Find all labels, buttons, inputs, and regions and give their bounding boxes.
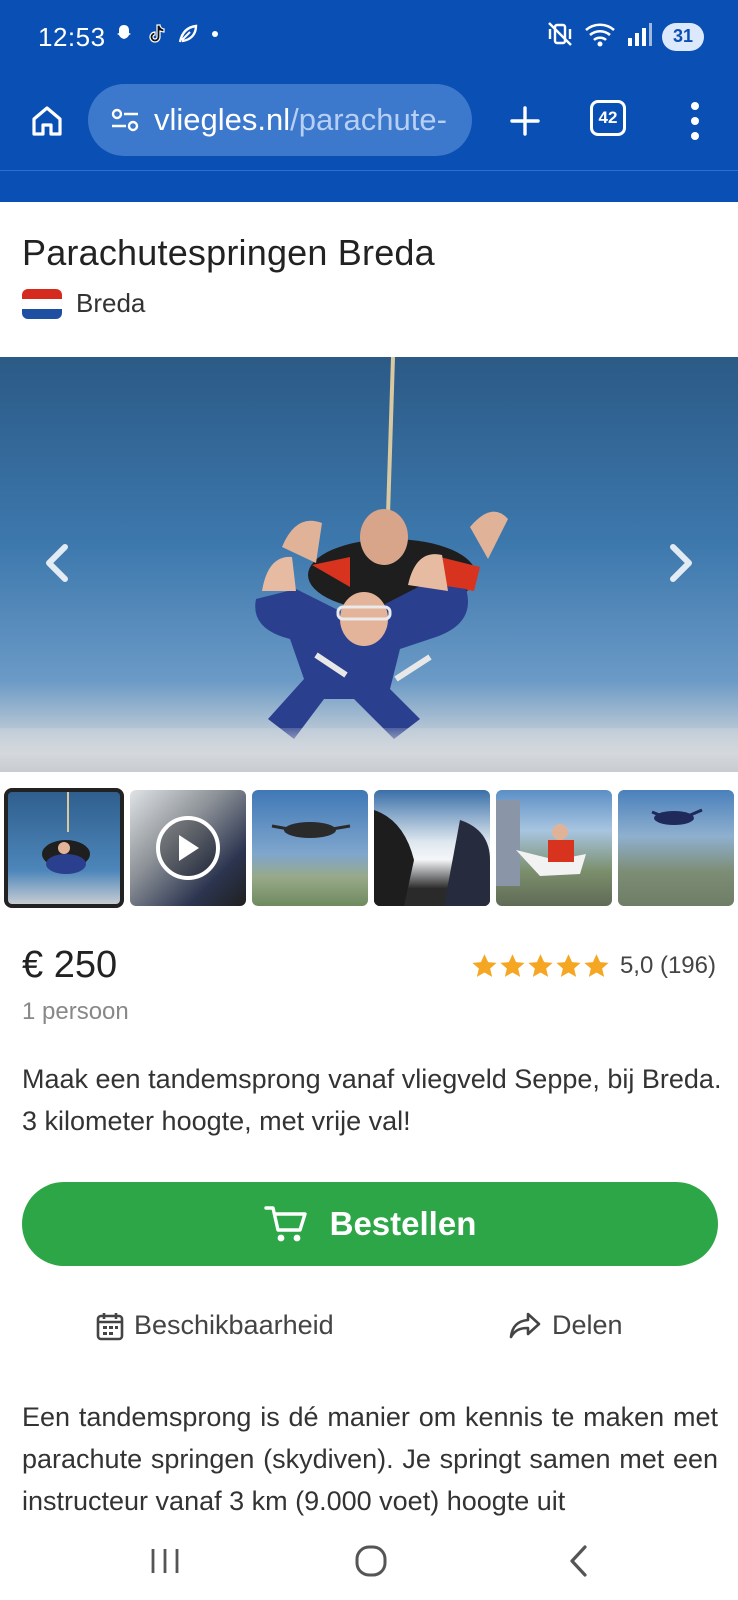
menu-dot	[691, 102, 699, 110]
home-button[interactable]	[22, 96, 72, 146]
gallery-thumbnail-video[interactable]	[130, 790, 246, 906]
notification-icons	[112, 22, 222, 51]
back-chevron-icon	[570, 1545, 587, 1577]
url-path: /parachute-	[290, 102, 447, 137]
star-icon	[472, 954, 497, 977]
rating[interactable]: 5,0 (196)	[471, 952, 716, 980]
signal-icon	[626, 20, 652, 53]
tiktok-icon	[144, 22, 168, 51]
new-tab-button[interactable]	[500, 96, 550, 146]
rating-stars	[471, 953, 610, 979]
share-link[interactable]: Delen	[508, 1310, 623, 1341]
site-settings-icon[interactable]	[110, 107, 140, 133]
share-icon	[509, 1312, 541, 1338]
chevron-right-icon	[670, 544, 692, 582]
wifi-6-icon	[584, 20, 616, 53]
price: € 250	[22, 944, 118, 986]
status-bar: 12:53 31	[0, 0, 738, 74]
availability-link[interactable]: Beschikbaarheid	[96, 1310, 334, 1341]
gallery-thumbnail[interactable]	[252, 790, 368, 906]
plus-icon	[510, 106, 540, 136]
page-title: Parachutespringen Breda	[22, 232, 435, 273]
menu-dot	[691, 117, 699, 125]
rating-text: 5,0 (196)	[619, 952, 716, 979]
menu-dot	[691, 132, 699, 140]
description-text: Een tandemsprong is dé manier om kennis …	[22, 1402, 718, 1516]
more-menu-button[interactable]	[680, 98, 710, 144]
gallery-next-button[interactable]	[662, 535, 702, 591]
leaf-icon	[176, 22, 200, 51]
status-time: 12:53	[38, 22, 106, 52]
hero-image[interactable]	[0, 357, 738, 772]
gallery-thumbnails	[4, 788, 734, 908]
calendar-icon	[96, 1312, 124, 1340]
dot-icon	[208, 22, 222, 51]
browser-chrome: 12:53 31 vliegles.nl /parachute- 42	[0, 0, 738, 202]
mute-vibrate-icon	[546, 20, 574, 53]
play-icon	[156, 816, 220, 880]
gallery-thumbnail[interactable]	[496, 790, 612, 906]
star-icon	[584, 954, 609, 977]
star-icon	[556, 954, 581, 977]
tab-switcher-button[interactable]: 42	[590, 100, 626, 136]
price-unit: 1 persoon	[22, 998, 129, 1025]
recent-apps-button[interactable]	[140, 1536, 190, 1586]
snapchat-icon	[112, 22, 136, 51]
share-label: Delen	[552, 1310, 623, 1340]
netherlands-flag-icon	[22, 288, 62, 319]
order-button-label: Bestellen	[329, 1205, 477, 1242]
home-circle-icon	[355, 1545, 387, 1577]
gallery-thumbnail[interactable]	[618, 790, 734, 906]
skydivers-photo	[255, 357, 508, 739]
home-nav-button[interactable]	[346, 1536, 396, 1586]
battery-indicator: 31	[662, 22, 704, 51]
product-summary: Maak een tandemsprong vanaf vliegveld Se…	[22, 1064, 722, 1136]
location-name: Breda	[76, 288, 146, 318]
star-icon	[528, 954, 553, 977]
home-icon	[32, 106, 62, 136]
location-row: Breda	[22, 288, 145, 319]
gallery-prev-button[interactable]	[36, 535, 76, 591]
action-links: Beschikbaarheid Delen	[0, 1310, 738, 1360]
star-icon	[500, 954, 525, 977]
url-host: vliegles.nl	[154, 102, 291, 137]
order-button[interactable]: Bestellen	[22, 1182, 718, 1266]
status-right-icons: 31	[546, 20, 704, 53]
browser-toolbar: vliegles.nl/parachute- 42	[0, 84, 738, 158]
address-bar[interactable]: vliegles.nl/parachute-	[88, 84, 472, 156]
availability-label: Beschikbaarheid	[134, 1310, 334, 1340]
gallery-thumbnail[interactable]	[374, 790, 490, 906]
android-nav-bar	[0, 1522, 738, 1600]
site-header-strip	[0, 170, 738, 202]
cart-icon	[263, 1206, 307, 1242]
gallery-thumbnail[interactable]	[4, 788, 124, 908]
cloud-layer	[0, 728, 738, 772]
recents-icon	[151, 1549, 179, 1573]
chevron-left-icon	[46, 544, 68, 582]
back-button[interactable]	[554, 1536, 604, 1586]
